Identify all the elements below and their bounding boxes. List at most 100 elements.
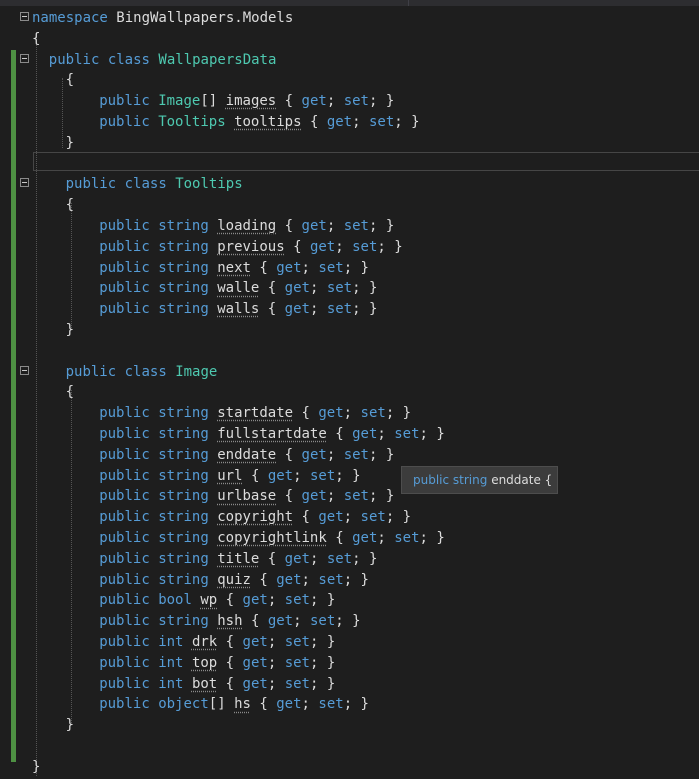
code-text: public string fullstartdate { get; set; … xyxy=(99,424,445,445)
keyword-token: set xyxy=(284,634,310,650)
identifier-token: wp xyxy=(200,592,218,609)
identifier-token: title xyxy=(217,550,260,567)
code-text: public int drk { get; set; } xyxy=(99,632,335,653)
code-text: } xyxy=(32,757,40,778)
keyword-token: set xyxy=(343,93,369,110)
code-editor[interactable]: namespace BingWallpapers.Models{public c… xyxy=(0,6,699,779)
code-token: ; xyxy=(326,446,344,463)
keyword-token: set xyxy=(343,218,369,234)
code-token: { xyxy=(276,218,302,234)
code-token: { xyxy=(293,509,319,526)
code-token: { xyxy=(242,467,268,484)
tooltip-keywords: public string xyxy=(413,473,488,487)
keyword-token: public xyxy=(99,301,150,318)
keyword-token: string xyxy=(158,530,209,546)
code-token: ; xyxy=(301,571,319,588)
keyword-token: get xyxy=(318,509,344,526)
keyword-token: string xyxy=(158,426,209,442)
keyword-token: public xyxy=(99,613,150,630)
keyword-token: set xyxy=(394,530,420,546)
code-text: public string hsh { get; set; } xyxy=(99,611,360,632)
code-text: { xyxy=(66,195,74,216)
code-text: } xyxy=(66,320,74,341)
code-text: public string quiz { get; set; } xyxy=(99,570,369,591)
keyword-token: string xyxy=(158,218,209,234)
keyword-token: public xyxy=(99,675,150,692)
keyword-token: string xyxy=(158,488,209,505)
code-token: { xyxy=(217,592,243,609)
code-text: namespace BingWallpapers.Models xyxy=(32,8,293,29)
type-token: Tooltips xyxy=(175,176,243,193)
code-token: ; } xyxy=(419,530,445,546)
identifier-token: copyrightlink xyxy=(217,530,327,546)
code-token: ; xyxy=(301,259,319,276)
identifier-token: enddate xyxy=(217,446,277,463)
identifier-token: startdate xyxy=(217,405,294,422)
keyword-token: set xyxy=(352,238,378,255)
indent-guide xyxy=(71,390,72,725)
keyword-token: set xyxy=(360,405,386,422)
keyword-token: string xyxy=(158,613,209,630)
type-token: Image xyxy=(175,363,218,380)
indent-guide xyxy=(62,78,63,148)
keyword-token: set xyxy=(394,426,420,442)
code-token: } xyxy=(65,322,75,338)
code-token: ; xyxy=(377,530,395,546)
collapse-class-wallpapersdata-icon[interactable] xyxy=(20,53,29,63)
keyword-token: public xyxy=(99,218,150,234)
keyword-token: string xyxy=(158,467,209,484)
keyword-token: public xyxy=(65,176,117,193)
keyword-token: set xyxy=(284,675,310,692)
code-token: { xyxy=(276,93,302,110)
keyword-token: string xyxy=(158,405,209,422)
keyword-token: public xyxy=(48,51,100,68)
keyword-token: string xyxy=(158,259,209,276)
code-token: ; } xyxy=(352,280,378,297)
keyword-token: get xyxy=(301,93,327,110)
keyword-token: public xyxy=(99,238,150,255)
code-token: ; } xyxy=(385,509,412,526)
code-token: ; } xyxy=(309,592,336,609)
code-text: public bool wp { get; set; } xyxy=(99,590,335,611)
code-text: } xyxy=(66,715,74,736)
identifier-token: url xyxy=(217,467,243,484)
identifier-token: quiz xyxy=(217,571,251,588)
code-text: public class Image xyxy=(66,362,218,383)
code-text: { xyxy=(32,29,40,50)
keyword-token: set xyxy=(368,114,395,130)
keyword-token: int xyxy=(158,634,184,650)
code-token: ; } xyxy=(419,426,445,442)
indent-guide xyxy=(36,36,37,776)
quick-info-tooltip: public string enddate { xyxy=(401,466,558,494)
code-token: ; } xyxy=(309,654,336,671)
identifier-token: top xyxy=(191,654,218,671)
code-token: ; } xyxy=(394,114,420,130)
code-text: public string enddate { get; set; } xyxy=(99,445,394,466)
code-token: ; } xyxy=(343,259,369,276)
collapse-class-tooltips-icon[interactable] xyxy=(20,178,29,188)
keyword-token: public xyxy=(99,592,150,609)
collapse-class-image-icon[interactable] xyxy=(20,365,29,375)
code-token: ; } xyxy=(352,550,378,567)
keyword-token: public xyxy=(99,696,150,713)
code-token: { xyxy=(276,446,302,463)
indent-guide xyxy=(71,203,72,328)
code-token: ; xyxy=(352,114,369,130)
keyword-token: public xyxy=(99,634,150,650)
keyword-token: public xyxy=(99,446,150,463)
keyword-token: bool xyxy=(158,592,192,609)
keyword-token: get xyxy=(301,488,327,505)
collapse-namespace-icon[interactable] xyxy=(20,12,29,21)
keyword-token: public xyxy=(99,654,150,671)
code-text: public string copyright { get; set; } xyxy=(99,507,411,528)
